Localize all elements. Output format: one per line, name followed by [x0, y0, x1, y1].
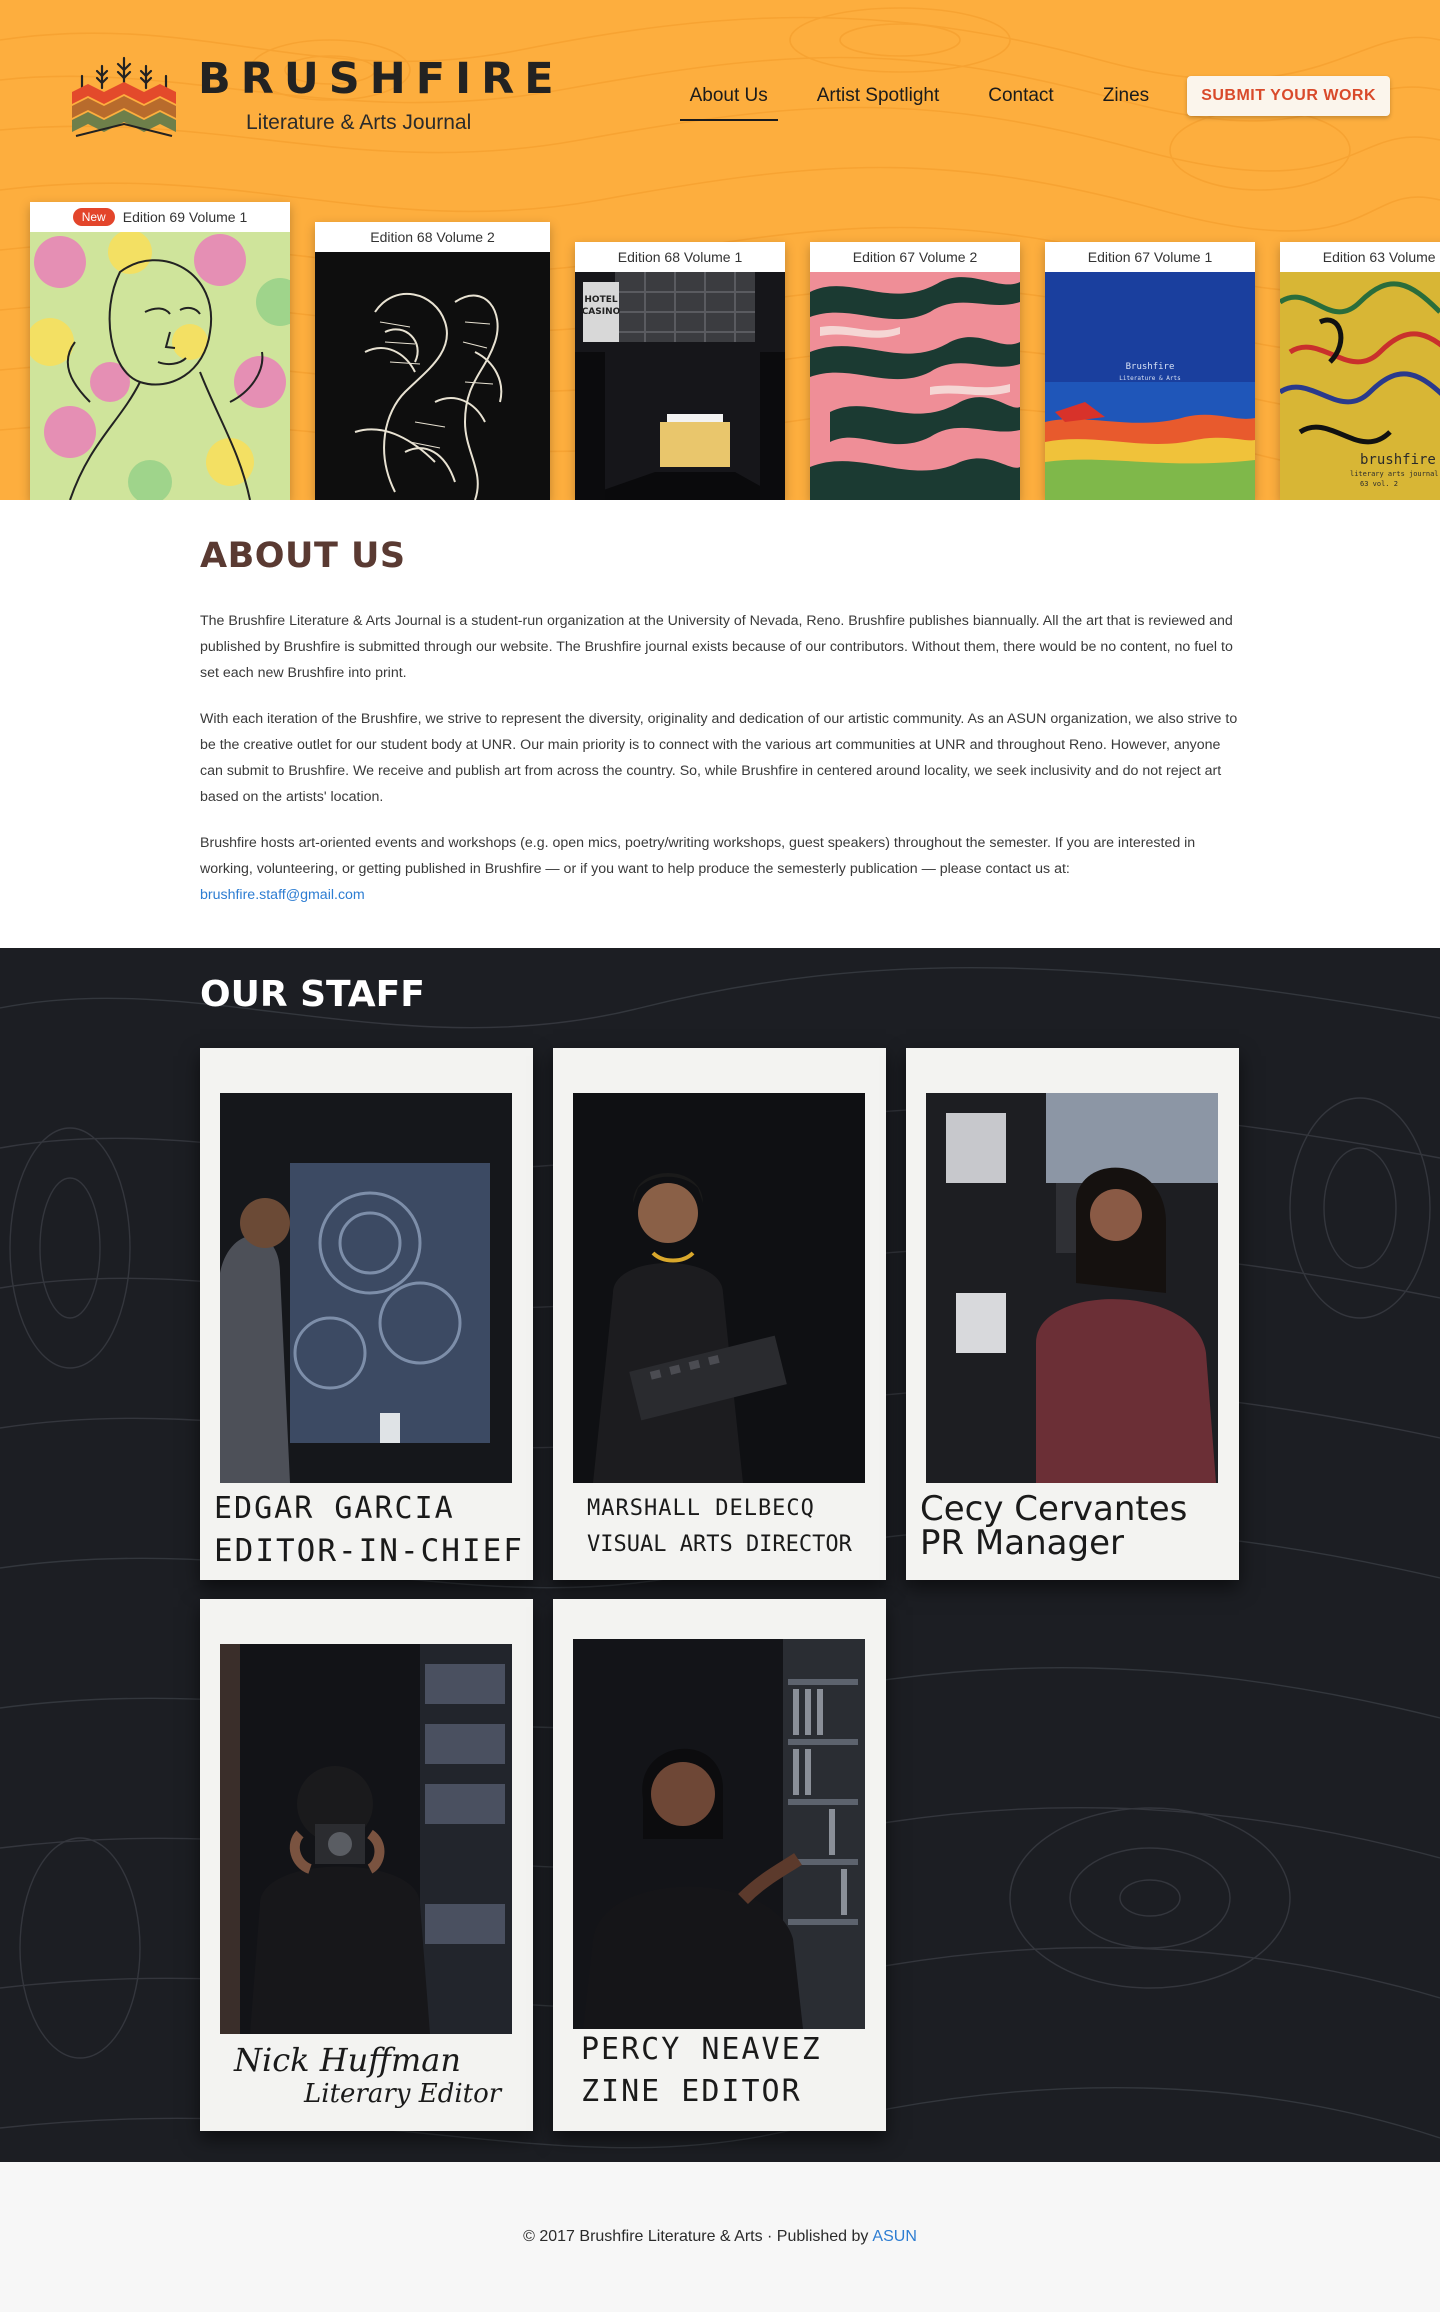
cover-title-text: brushfire — [1360, 452, 1436, 468]
svg-text:literary arts journal: literary arts journal — [1350, 470, 1439, 478]
footer-text: © 2017 Brushfire Literature & Arts · Pub… — [523, 2228, 869, 2245]
staff-card[interactable]: Nick Huffman Literary Editor — [200, 1599, 533, 2131]
staff-section: OUR STAFF EDGAR GARCIA EDITOR-IN-CHIEF M… — [0, 948, 1440, 2162]
edition-label: Edition 63 Volume 2 — [1280, 242, 1440, 272]
staff-container: OUR STAFF EDGAR GARCIA EDITOR-IN-CHIEF M… — [200, 948, 1240, 2131]
staff-photo — [573, 1093, 865, 1483]
cover-art — [810, 272, 1020, 500]
edition-card[interactable]: Edition 68 Volume 2 — [315, 222, 550, 500]
site-footer: © 2017 Brushfire Literature & Arts · Pub… — [0, 2162, 1440, 2312]
contact-email-link[interactable]: brushfire.staff@gmail.com — [200, 887, 365, 903]
about-paragraph: Brushfire hosts art-oriented events and … — [200, 835, 1196, 903]
svg-text:Literature & Arts: Literature & Arts — [1119, 375, 1181, 382]
staff-role: ZINE EDITOR — [581, 2074, 802, 2109]
edition-card[interactable]: Edition 63 Volume 2 brushfire literary a… — [1280, 242, 1440, 500]
about-paragraph: The Brushfire Literature & Arts Journal … — [200, 613, 1233, 681]
staff-card[interactable]: Cecy Cervantes PR Manager — [906, 1048, 1239, 1580]
asun-link[interactable]: ASUN — [872, 2228, 916, 2246]
edition-label: Edition 69 Volume 1 — [122, 209, 248, 225]
svg-text:63 vol. 2: 63 vol. 2 — [1360, 480, 1398, 488]
cover-art — [30, 232, 290, 500]
staff-photo — [220, 1093, 512, 1483]
cover-art: brushfire literary arts journal 63 vol. … — [1280, 272, 1440, 500]
staff-card[interactable]: PERCY NEAVEZ ZINE EDITOR — [553, 1599, 886, 2131]
staff-card[interactable]: EDGAR GARCIA EDITOR-IN-CHIEF — [200, 1048, 533, 1580]
edition-card[interactable]: Edition 67 Volume 1 Brushfire Literature… — [1045, 242, 1255, 500]
edition-card[interactable]: New Edition 69 Volume 1 — [30, 202, 290, 500]
edition-label: Edition 68 Volume 1 — [575, 242, 785, 272]
new-badge: New — [72, 208, 115, 226]
staff-role: Literary Editor — [304, 2079, 502, 2109]
staff-role: EDITOR-IN-CHIEF — [214, 1533, 524, 1569]
staff-name: PERCY NEAVEZ — [581, 2032, 822, 2067]
edition-label: Edition 67 Volume 2 — [810, 242, 1020, 272]
cover-art: HOTEL CASINO — [575, 272, 785, 500]
staff-role: VISUAL ARTS DIRECTOR — [587, 1532, 852, 1557]
svg-text:CASINO: CASINO — [582, 307, 621, 317]
about-title: ABOUT US — [200, 536, 406, 576]
staff-photo — [220, 1644, 512, 2034]
edition-label: Edition 67 Volume 1 — [1045, 242, 1255, 272]
svg-text:HOTEL: HOTEL — [584, 295, 617, 305]
edition-label: Edition 68 Volume 2 — [315, 222, 550, 252]
staff-photo — [573, 1639, 865, 2029]
staff-name: EDGAR GARCIA — [214, 1491, 455, 1526]
svg-text:Brushfire: Brushfire — [1126, 362, 1175, 372]
about-section: ABOUT US The Brushfire Literature & Arts… — [0, 500, 1440, 948]
cover-art: Brushfire Literature & Arts — [1045, 272, 1255, 500]
about-paragraph: With each iteration of the Brushfire, we… — [200, 711, 1238, 805]
edition-carousel: New Edition 69 Volume 1 Edition 68 Volum… — [0, 0, 1440, 500]
staff-title: OUR STAFF — [200, 974, 425, 1015]
staff-photo — [926, 1093, 1218, 1483]
edition-card[interactable]: Edition 68 Volume 1 HOTEL CASINO — [575, 242, 785, 500]
cover-art — [315, 252, 550, 500]
staff-card[interactable]: MARSHALL DELBECQ VISUAL ARTS DIRECTOR — [553, 1048, 886, 1580]
hero: BRUSHFIRE Literature & Arts Journal Abou… — [0, 0, 1440, 500]
edition-card[interactable]: Edition 67 Volume 2 — [810, 242, 1020, 500]
